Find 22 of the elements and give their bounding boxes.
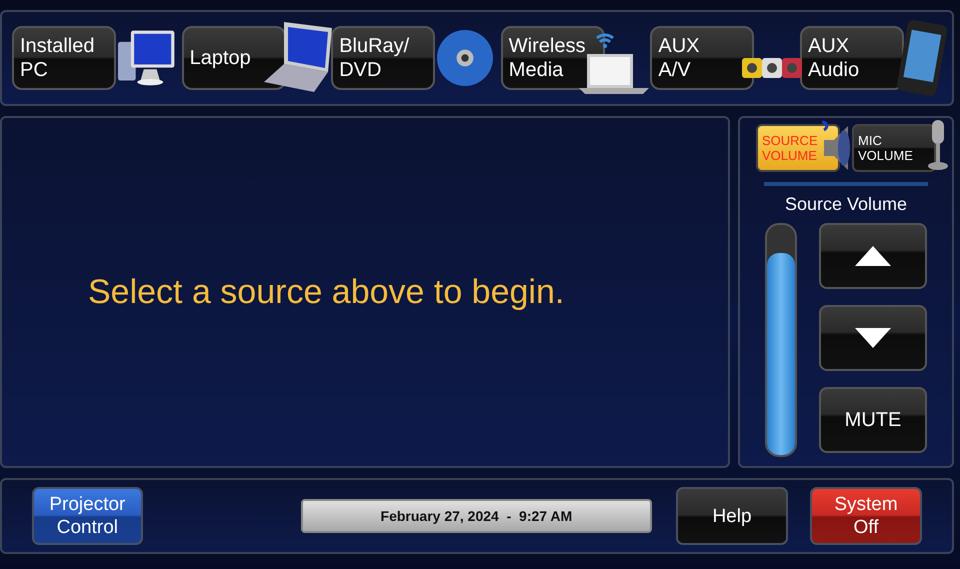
volume-up-button[interactable] [819,223,927,289]
volume-slider[interactable] [765,223,797,457]
microphone-icon [926,118,950,172]
source-button[interactable]: Wireless Media [500,26,605,90]
up-arrow-icon [855,246,891,266]
projector-button[interactable]: Projector Control [32,487,143,545]
volume-title: Source Volume [784,194,908,215]
volume-down-button[interactable] [819,305,927,371]
down-arrow-icon [855,328,891,348]
source-button[interactable]: Installed PC [12,26,116,90]
footer-button[interactable]: System Off [810,487,922,545]
footer-button[interactable]: Help [676,487,788,545]
mute-button[interactable]: MUTE [819,387,927,453]
volume-tab[interactable]: MIC VOLUME [852,124,936,172]
source-button[interactable]: BluRay/ DVD [331,26,436,90]
source-button[interactable]: AUX Audio [800,26,904,90]
disc-icon [437,30,494,86]
source-button[interactable]: AUX A/V [650,26,754,90]
date-time-display: February 27, 2024 - 9:27 AM [300,499,652,533]
source-button[interactable]: Laptop [182,26,286,90]
instruction-text: Select a source above to begin. [88,272,564,312]
av-jacks-icon [740,56,804,80]
